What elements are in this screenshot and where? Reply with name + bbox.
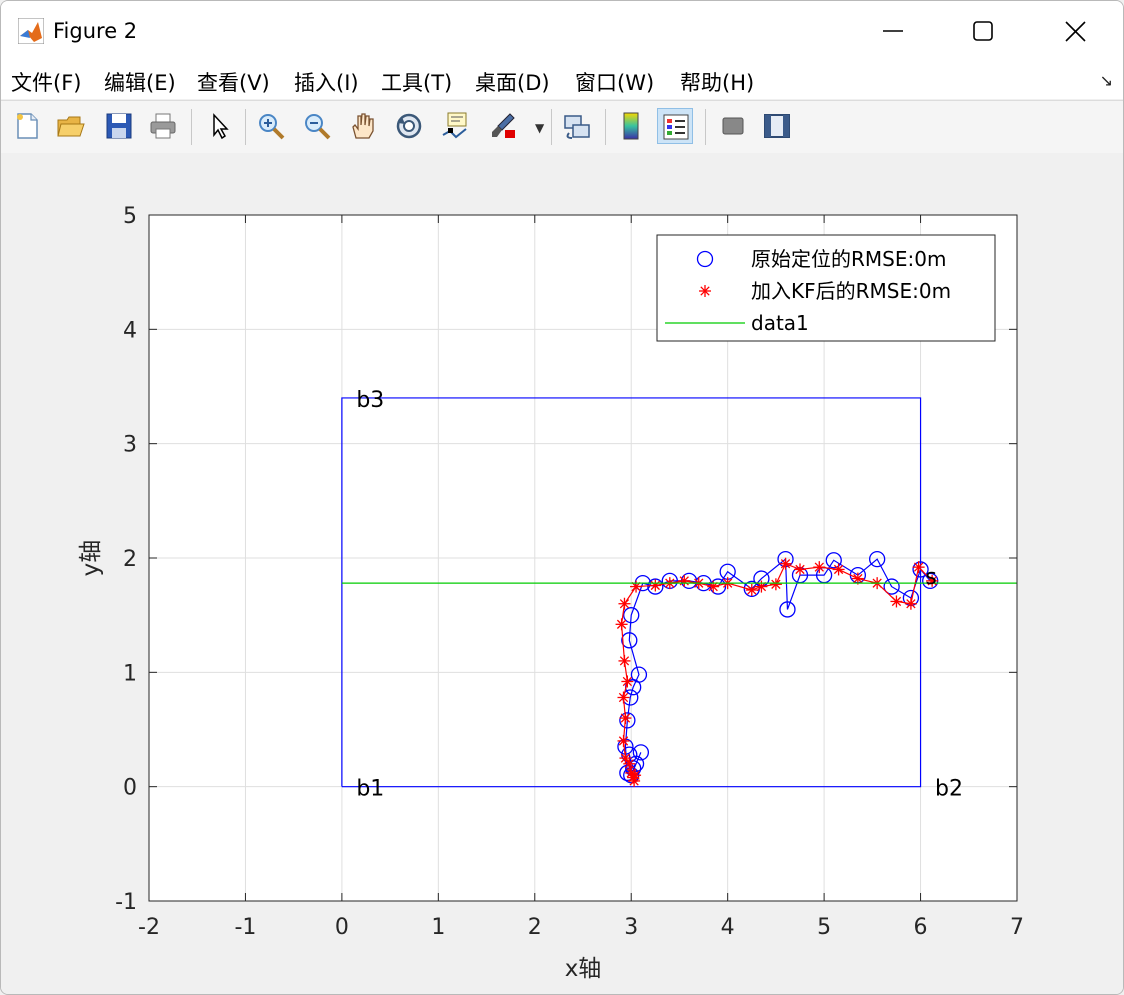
legend-label: 加入KF后的RMSE:0m — [751, 279, 951, 303]
x-tick-label: 4 — [721, 915, 735, 940]
data-cursor-icon — [442, 112, 467, 139]
minimize-button[interactable] — [869, 11, 915, 51]
link-plot-icon — [564, 115, 590, 139]
link-plot-button[interactable] — [559, 108, 595, 144]
zoom-out-button[interactable] — [299, 108, 335, 144]
x-tick-label: 5 — [817, 915, 831, 940]
legend-icon — [663, 114, 689, 140]
pan-button[interactable] — [345, 108, 381, 144]
show-plot-tools-button[interactable] — [759, 108, 795, 144]
menu-desktop[interactable]: 桌面(D) — [475, 67, 550, 97]
x-tick-label: 0 — [335, 915, 349, 940]
kf-position-point — [629, 769, 642, 782]
toolbar-separator — [551, 109, 552, 145]
figure-window: Figure 2 文件(F) 编辑(E) 查看(V) 插入(I) 工具(T) 桌… — [0, 0, 1124, 995]
menu-insert[interactable]: 插入(I) — [294, 67, 359, 97]
zoom-in-icon — [259, 114, 285, 140]
x-axis-label: x轴 — [565, 956, 602, 982]
dock-arrow-icon[interactable]: ↘ — [1100, 71, 1113, 90]
x-tick-label: 6 — [914, 915, 928, 940]
rotate-button[interactable] — [391, 108, 427, 144]
plot-svg: -2 -1 0 1 2 3 4 5 6 7-1012345 b1 b2b3s x轴 y轴 原始定位的… — [78, 204, 1024, 982]
kf-position-point — [619, 712, 632, 725]
hide-plot-tools-button[interactable] — [715, 108, 751, 144]
save-button[interactable] — [101, 108, 137, 144]
rotate-3d-icon — [396, 113, 422, 139]
annotation-b3: b3 — [356, 388, 384, 413]
colorbar-button[interactable] — [613, 108, 649, 144]
annotation-b2: b2 — [935, 777, 963, 802]
x-tick-label: 2 — [528, 915, 542, 940]
x-tick-label: 3 — [624, 915, 638, 940]
new-figure-icon — [17, 113, 38, 139]
select-button[interactable] — [201, 108, 237, 144]
toolbar-separator — [191, 109, 192, 145]
y-tick-label: 3 — [123, 433, 137, 458]
y-axis-label: y轴 — [78, 540, 104, 577]
menu-help[interactable]: 帮助(H) — [680, 67, 754, 97]
y-tick-label: 1 — [123, 661, 137, 686]
zoom-in-button[interactable] — [253, 108, 289, 144]
brush-icon — [492, 113, 515, 138]
x-tick-label: -1 — [234, 915, 256, 940]
y-tick-label: 5 — [123, 204, 137, 229]
print-button[interactable] — [145, 108, 181, 144]
y-tick-label: 2 — [123, 547, 137, 572]
x-tick-label: 1 — [431, 915, 445, 940]
legend-label: data1 — [751, 311, 809, 335]
matlab-icon — [17, 17, 45, 45]
print-icon — [150, 113, 176, 139]
y-tick-label: 0 — [123, 776, 137, 801]
maximize-icon — [973, 21, 993, 41]
minimize-icon — [883, 30, 903, 32]
menu-view[interactable]: 查看(V) — [197, 67, 270, 97]
title-bar: Figure 2 — [1, 1, 1123, 63]
y-tick-label: 4 — [123, 318, 137, 343]
annotation-s: s — [925, 565, 936, 590]
annotation-b1: b1 — [356, 777, 384, 802]
show-plot-tools-icon — [764, 114, 790, 138]
kf-position-point — [813, 561, 826, 574]
legend-label: 原始定位的RMSE:0m — [751, 247, 946, 271]
zoom-out-icon — [305, 114, 331, 140]
toolbar-separator — [705, 109, 706, 145]
menu-bar: 文件(F) 编辑(E) 查看(V) 插入(I) 工具(T) 桌面(D) 窗口(W… — [1, 63, 1123, 99]
figure-canvas: -2 -1 0 1 2 3 4 5 6 7 -1 0 1 2 3 4 5 b1 b2 b3 s x轴 y轴 原始定位的… — [1, 153, 1123, 994]
toolbar-separator — [605, 109, 606, 145]
x-tick-label: -2 — [138, 915, 160, 940]
menu-file[interactable]: 文件(F) — [11, 67, 81, 97]
brush-button[interactable] — [485, 108, 521, 144]
x-tick-label: 7 — [1010, 915, 1024, 940]
legend-button[interactable] — [657, 108, 693, 144]
kf-position-point — [617, 734, 630, 747]
data-cursor-button[interactable] — [437, 108, 473, 144]
figure-toolbar: ▼ — [1, 100, 1123, 154]
pan-hand-icon — [352, 113, 374, 139]
select-arrow-icon — [213, 113, 229, 140]
window-title: Figure 2 — [53, 19, 138, 43]
menu-window[interactable]: 窗口(W) — [575, 67, 654, 97]
open-file-button[interactable] — [53, 108, 89, 144]
hide-plot-tools-icon — [722, 117, 744, 135]
legend[interactable]: 原始定位的RMSE:0m 加入KF后的RMSE:0m data1 — [656, 234, 996, 342]
save-icon — [106, 113, 132, 139]
maximize-button[interactable] — [959, 11, 1005, 51]
brush-dropdown-icon[interactable]: ▼ — [535, 121, 544, 135]
open-file-icon — [57, 116, 85, 137]
y-tick-label: -1 — [115, 890, 137, 915]
close-button[interactable] — [1052, 11, 1098, 51]
close-icon — [1065, 21, 1086, 42]
menu-edit[interactable]: 编辑(E) — [104, 67, 176, 97]
menu-tools[interactable]: 工具(T) — [381, 67, 452, 97]
new-figure-button[interactable] — [9, 108, 45, 144]
colorbar-icon — [623, 112, 639, 140]
toolbar-separator — [245, 109, 246, 145]
kf-position-point — [623, 757, 636, 770]
